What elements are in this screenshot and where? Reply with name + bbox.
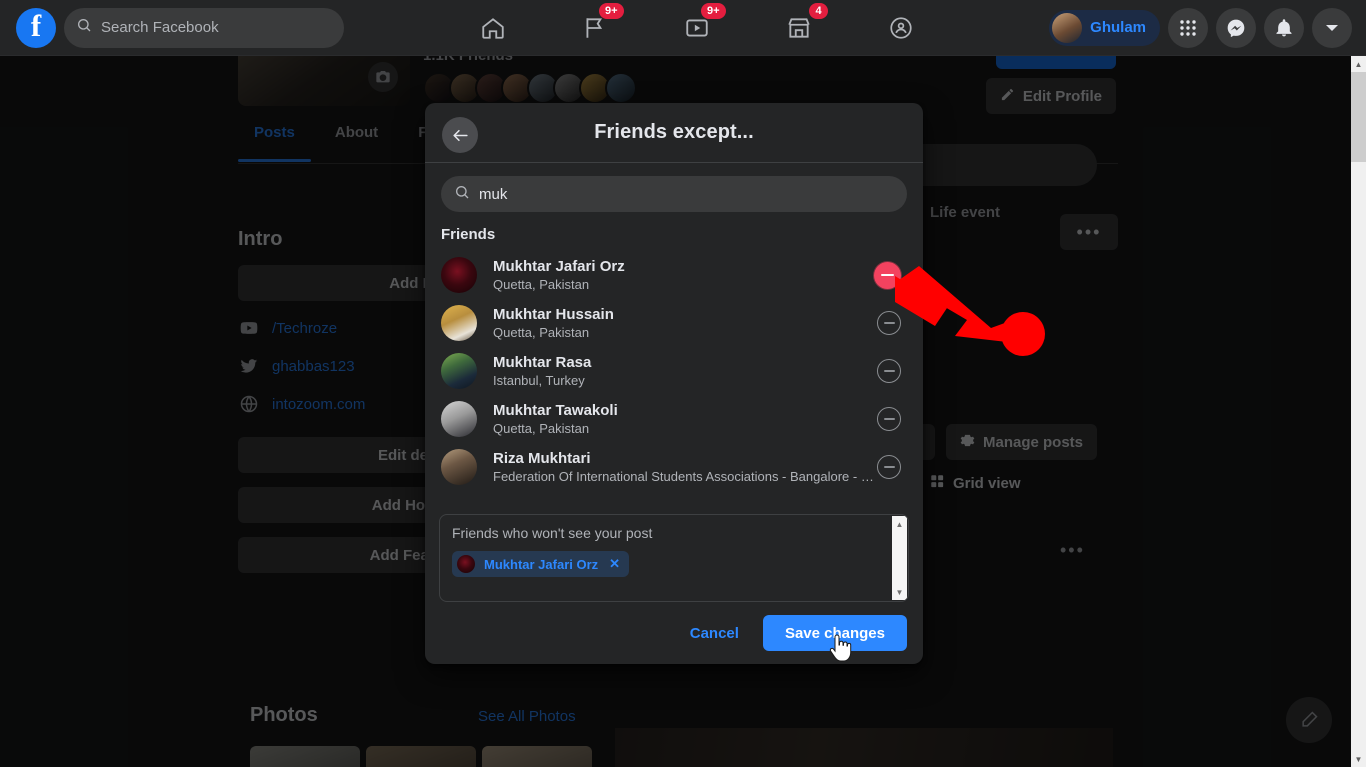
remove-button-row-2[interactable] bbox=[877, 311, 901, 335]
scroll-down-arrow[interactable]: ▼ bbox=[892, 584, 907, 600]
friend-subtitle: Quetta, Pakistan bbox=[493, 420, 590, 436]
marketplace-badge: 4 bbox=[809, 2, 828, 19]
minus-icon bbox=[883, 322, 895, 324]
scroll-up-arrow[interactable]: ▲ bbox=[1351, 56, 1366, 72]
avatar bbox=[441, 401, 477, 437]
remove-button-row-3[interactable] bbox=[877, 359, 901, 383]
list-item-text: Riza Mukhtari Federation Of Internationa… bbox=[493, 450, 877, 485]
chevron-down-icon[interactable] bbox=[1312, 7, 1352, 48]
dialog-search-row: muk bbox=[425, 163, 923, 220]
scroll-down-arrow[interactable]: ▼ bbox=[1351, 751, 1366, 767]
list-item[interactable]: Mukhtar Hussain Quetta, Pakistan bbox=[433, 299, 915, 347]
friend-name: Riza Mukhtari bbox=[493, 449, 591, 467]
chip-label: Mukhtar Jafari Orz bbox=[484, 556, 599, 572]
friend-subtitle: Istanbul, Turkey bbox=[493, 372, 585, 388]
friend-search-value: muk bbox=[479, 185, 508, 203]
list-item-text: Mukhtar Rasa Istanbul, Turkey bbox=[493, 354, 877, 389]
friend-subtitle: Quetta, Pakistan bbox=[493, 324, 590, 340]
friend-name: Mukhtar Tawakoli bbox=[493, 401, 618, 419]
list-item-text: Mukhtar Tawakoli Quetta, Pakistan bbox=[493, 402, 877, 437]
friends-list[interactable]: Friends Mukhtar Jafari Orz Quetta, Pakis… bbox=[425, 220, 923, 508]
avatar bbox=[1052, 12, 1083, 43]
list-item[interactable]: Riza Mukhtari Federation Of Internationa… bbox=[433, 443, 915, 491]
close-icon[interactable]: ✕ bbox=[609, 556, 620, 572]
minus-icon bbox=[883, 370, 895, 372]
remove-button-row-5[interactable] bbox=[877, 455, 901, 479]
avatar bbox=[441, 257, 477, 293]
friend-name: Mukhtar Jafari Orz bbox=[493, 257, 625, 275]
nav-pages-icon[interactable]: 9+ bbox=[578, 2, 624, 45]
avatar bbox=[441, 353, 477, 389]
friend-name: Mukhtar Hussain bbox=[493, 305, 614, 323]
cancel-button[interactable]: Cancel bbox=[674, 617, 755, 650]
scroll-up-arrow[interactable]: ▲ bbox=[892, 516, 907, 532]
remove-button-row-4[interactable] bbox=[877, 407, 901, 431]
friend-name: Mukhtar Rasa bbox=[493, 353, 592, 371]
profile-name: Ghulam bbox=[1090, 19, 1146, 36]
avatar bbox=[441, 305, 477, 341]
messenger-icon[interactable] bbox=[1216, 7, 1256, 48]
minus-icon bbox=[883, 466, 895, 468]
nav-right: Ghulam bbox=[1049, 7, 1352, 48]
friend-subtitle: Federation Of International Students Ass… bbox=[493, 468, 877, 484]
nav-marketplace-icon[interactable]: 4 bbox=[782, 2, 828, 45]
scroll-thumb[interactable] bbox=[1351, 72, 1366, 162]
search-icon bbox=[454, 184, 470, 205]
friends-except-dialog: Friends except... muk Friends Mukhtar Ja… bbox=[425, 103, 923, 664]
window-scrollbar[interactable]: ▲ ▼ bbox=[1351, 56, 1366, 767]
list-item[interactable]: Mukhtar Tawakoli Quetta, Pakistan bbox=[433, 395, 915, 443]
selected-friends-box[interactable]: Friends who won't see your post Mukhtar … bbox=[439, 514, 909, 602]
screen: 1.1K Friends Edit Profile bbox=[0, 0, 1366, 767]
back-arrow-icon[interactable] bbox=[442, 117, 478, 153]
selected-box-scrollbar[interactable]: ▲ ▼ bbox=[892, 516, 907, 600]
nav-groups-icon[interactable] bbox=[884, 11, 918, 45]
minus-icon bbox=[881, 273, 894, 277]
search-icon bbox=[76, 17, 92, 38]
nav-watch-icon[interactable]: 9+ bbox=[680, 2, 726, 45]
mouse-cursor bbox=[828, 634, 852, 669]
list-item-text: Mukhtar Hussain Quetta, Pakistan bbox=[493, 306, 877, 341]
list-item-text: Mukhtar Jafari Orz Quetta, Pakistan bbox=[493, 258, 874, 293]
menu-grid-icon[interactable] bbox=[1168, 7, 1208, 48]
bell-icon[interactable] bbox=[1264, 7, 1304, 48]
profile-chip[interactable]: Ghulam bbox=[1049, 9, 1160, 46]
dialog-header: Friends except... bbox=[425, 103, 923, 163]
list-item[interactable]: Mukhtar Rasa Istanbul, Turkey bbox=[433, 347, 915, 395]
list-item[interactable]: Mukhtar Jafari Orz Quetta, Pakistan bbox=[433, 251, 915, 299]
nav-home-icon[interactable] bbox=[476, 11, 510, 45]
nav-center: 9+ 9+ 4 bbox=[344, 2, 1049, 45]
avatar bbox=[441, 449, 477, 485]
remove-button-row-1[interactable] bbox=[874, 261, 901, 289]
facebook-logo-icon[interactable]: f bbox=[16, 7, 56, 48]
selected-friend-chip[interactable]: Mukhtar Jafari Orz ✕ bbox=[452, 551, 630, 577]
selected-friends-label: Friends who won't see your post bbox=[452, 525, 653, 541]
avatar bbox=[457, 555, 475, 573]
friend-search-input[interactable]: muk bbox=[441, 176, 907, 212]
friends-list-header: Friends bbox=[441, 226, 496, 243]
friend-subtitle: Quetta, Pakistan bbox=[493, 276, 590, 292]
dialog-title: Friends except... bbox=[594, 121, 754, 143]
pages-badge: 9+ bbox=[599, 2, 624, 19]
search-placeholder: Search Facebook bbox=[101, 19, 219, 36]
watch-badge: 9+ bbox=[701, 2, 726, 19]
minus-icon bbox=[883, 418, 895, 420]
top-navigation-bar: f Search Facebook 9+ 9+ 4 Ghulam bbox=[0, 0, 1366, 56]
search-input[interactable]: Search Facebook bbox=[64, 7, 344, 48]
